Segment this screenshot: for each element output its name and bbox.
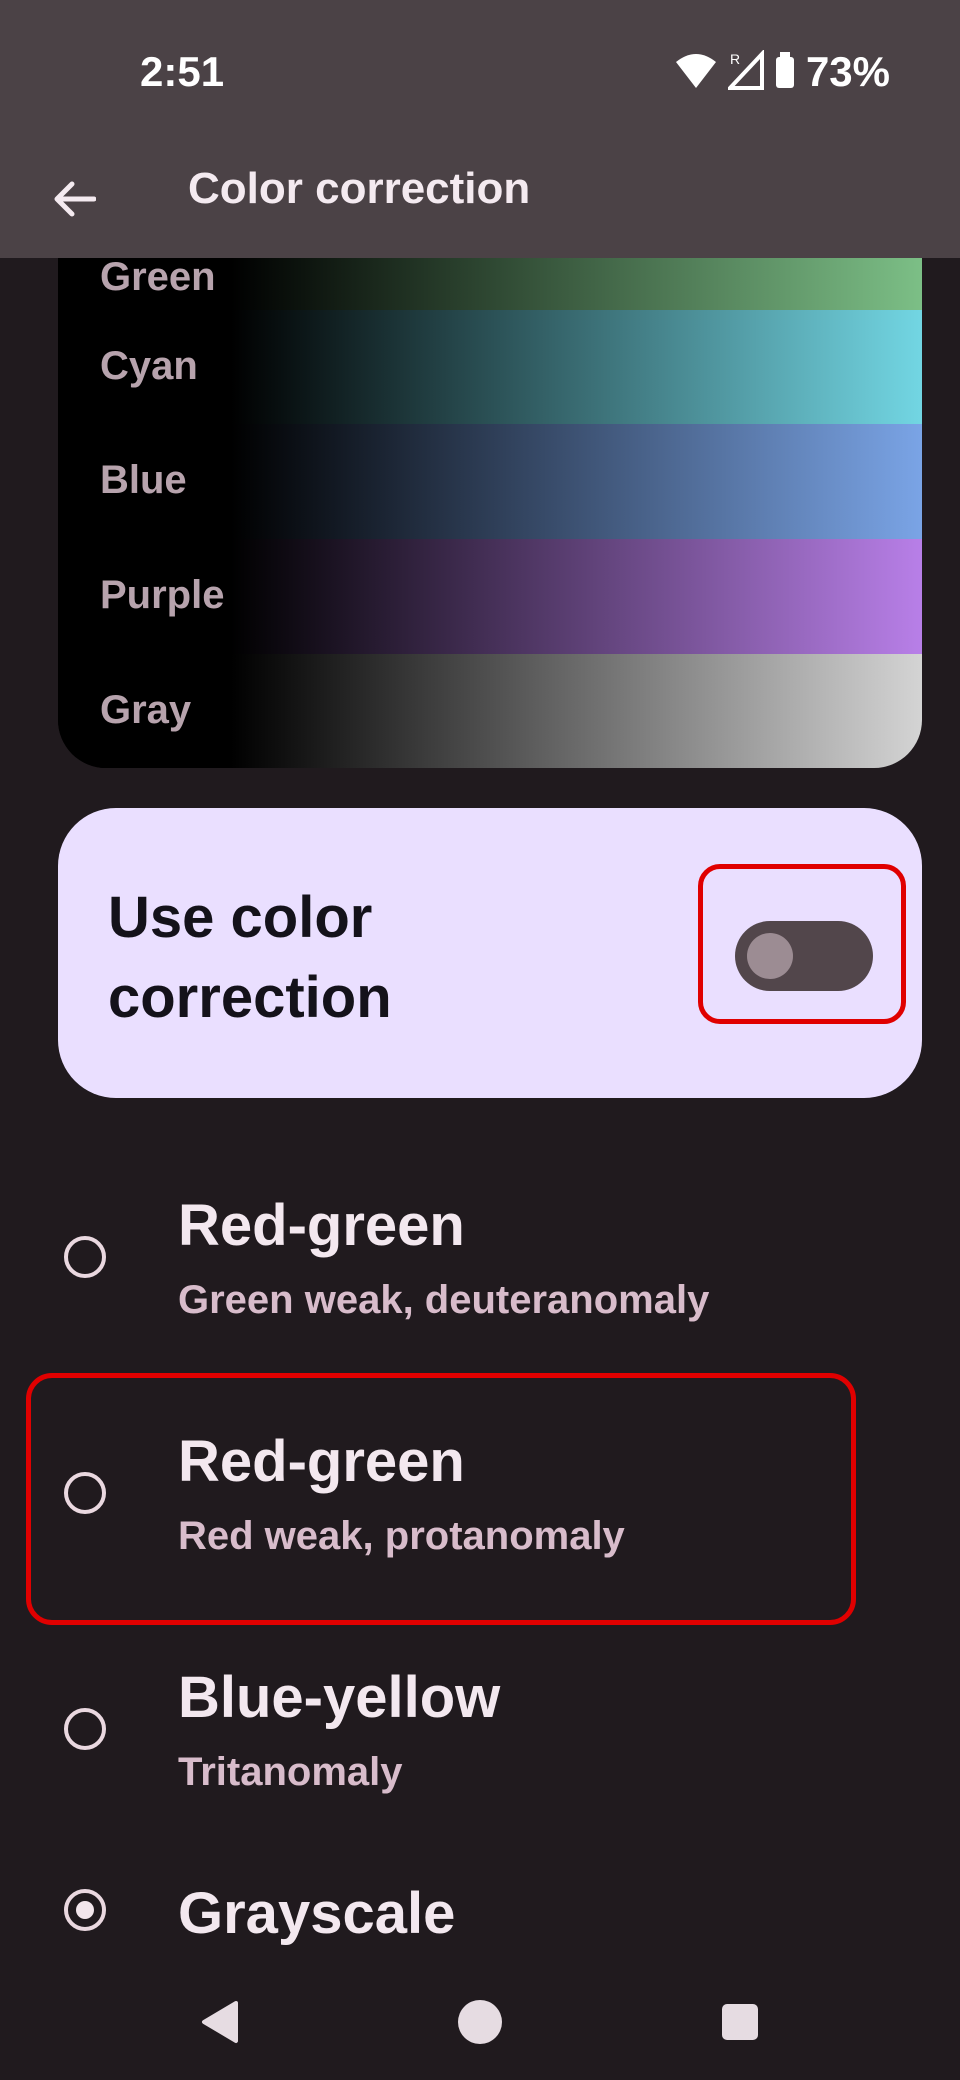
option-subtitle: Green weak, deuteranomaly: [178, 1278, 710, 1322]
radio-dot: [76, 1901, 94, 1919]
preview-band-blue: Blue: [58, 424, 922, 539]
option-highlight: [26, 1373, 856, 1625]
band-label: Green: [100, 258, 216, 299]
battery-icon: [774, 50, 796, 95]
band-label: Blue: [100, 458, 187, 502]
nav-back-button[interactable]: [180, 1982, 260, 2062]
wifi-icon: [674, 50, 718, 95]
triangle-back-icon: [202, 2001, 238, 2043]
arrow-back-icon: [54, 181, 96, 217]
status-icons: R 73%: [674, 48, 890, 96]
nav-recents-button[interactable]: [700, 1982, 780, 2062]
radio-button[interactable]: [64, 1236, 106, 1278]
cellular-roaming-icon: R: [725, 48, 764, 95]
circle-home-icon: [458, 2000, 502, 2044]
option-title: Grayscale: [178, 1881, 456, 1946]
option-tritanomaly[interactable]: Blue-yellow Tritanomaly: [0, 1644, 960, 1844]
use-color-correction-label: Use color correction: [108, 885, 392, 1030]
band-label: Cyan: [100, 344, 198, 388]
color-preview: Green Cyan Blue Purple Gray: [58, 258, 922, 768]
option-grayscale[interactable]: Grayscale: [0, 1880, 960, 1960]
radio-button[interactable]: [64, 1708, 106, 1750]
app-bar: Color correction: [0, 140, 960, 258]
clock: 2:51: [140, 48, 225, 95]
use-color-correction-switch[interactable]: [735, 921, 873, 991]
preview-band-cyan: Cyan: [58, 310, 922, 425]
svg-text:R: R: [730, 51, 740, 67]
square-recents-icon: [722, 2004, 758, 2040]
option-deuteranomaly[interactable]: Red-green Green weak, deuteranomaly: [0, 1172, 960, 1372]
band-label: Purple: [100, 573, 225, 617]
radio-button-selected[interactable]: [64, 1889, 106, 1931]
navigation-bar: [0, 1960, 960, 2080]
band-label: Gray: [100, 688, 192, 732]
option-title: Blue-yellow: [178, 1665, 501, 1730]
page-title: Color correction: [188, 164, 531, 213]
option-title: Red-green: [178, 1193, 465, 1258]
preview-band-purple: Purple: [58, 539, 922, 654]
preview-band-green: Green: [58, 258, 922, 318]
preview-band-gray: Gray: [58, 654, 922, 768]
nav-home-button[interactable]: [440, 1982, 520, 2062]
back-button[interactable]: [40, 165, 108, 233]
use-color-correction-card[interactable]: Use color correction: [58, 808, 922, 1098]
status-bar: 2:51 R 73%: [0, 0, 960, 140]
switch-thumb: [747, 933, 793, 979]
option-subtitle: Tritanomaly: [178, 1750, 403, 1794]
battery-percent: 73%: [805, 48, 890, 95]
